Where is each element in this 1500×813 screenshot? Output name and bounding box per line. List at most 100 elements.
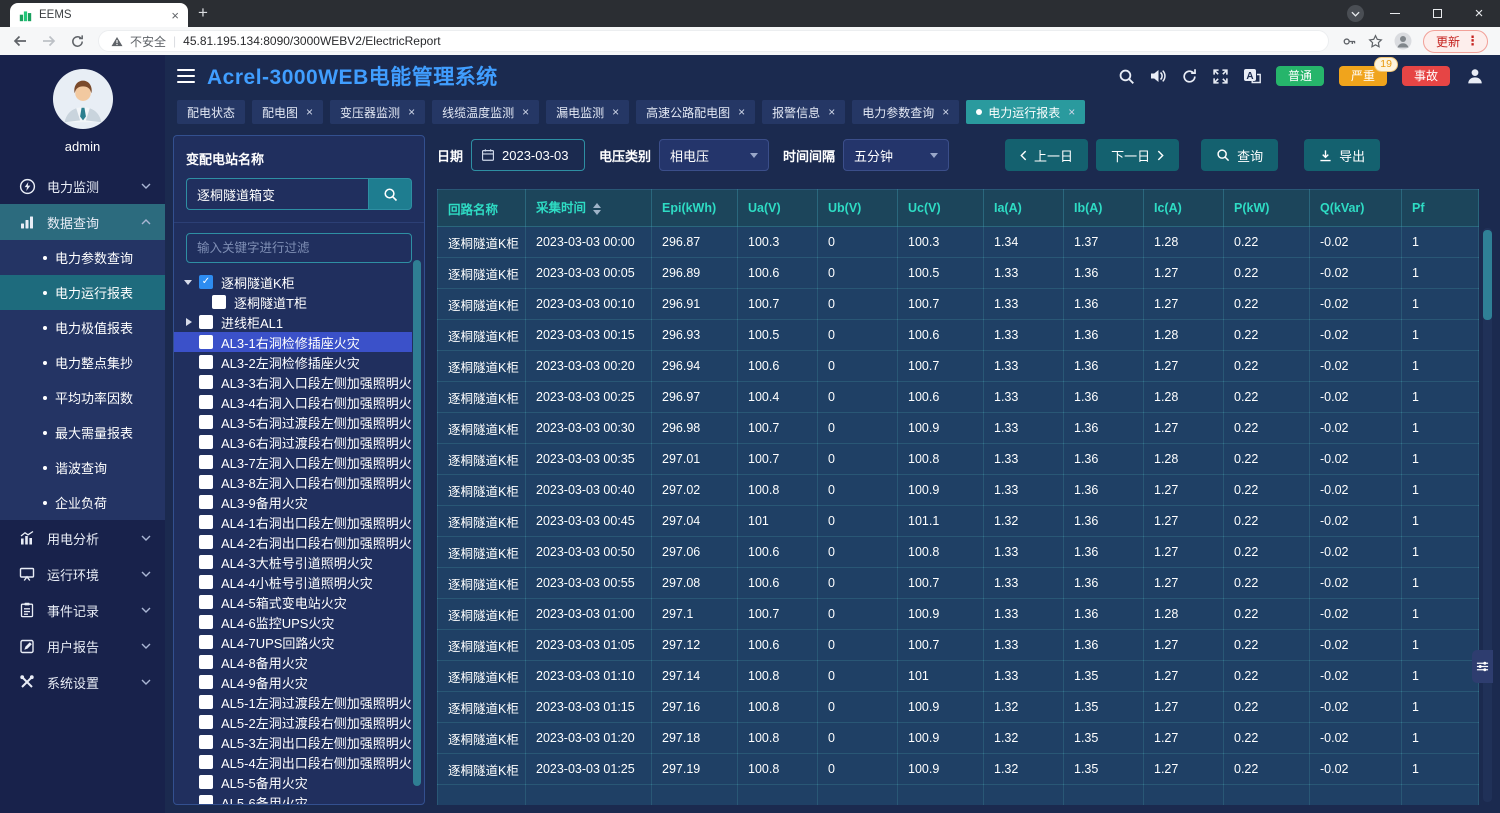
app-tab[interactable]: 漏电监测× bbox=[546, 100, 629, 124]
tab-close-icon[interactable]: × bbox=[828, 105, 835, 119]
tree-item[interactable]: AL5-6备用火灾 bbox=[174, 792, 412, 804]
minimize-button[interactable] bbox=[1374, 0, 1416, 27]
tab-search-icon[interactable] bbox=[1347, 5, 1364, 22]
tree-item[interactable]: AL5-5备用火灾 bbox=[174, 772, 412, 792]
tree-checkbox[interactable] bbox=[199, 595, 213, 609]
sidebar-subitem[interactable]: 最大需量报表 bbox=[0, 415, 165, 450]
interval-select[interactable]: 五分钟 bbox=[843, 139, 949, 171]
tree-scrollbar[interactable] bbox=[413, 252, 421, 796]
tree-checkbox[interactable] bbox=[199, 375, 213, 389]
tree-checkbox[interactable] bbox=[199, 755, 213, 769]
tree-item[interactable]: 逐桐隧道T柜 bbox=[174, 292, 412, 312]
forward-icon[interactable] bbox=[41, 33, 57, 49]
new-tab-button[interactable]: + bbox=[198, 3, 208, 23]
tab-close-icon[interactable]: × bbox=[942, 105, 949, 119]
close-window-button[interactable]: × bbox=[1458, 0, 1500, 27]
app-tab[interactable]: 电力参数查询× bbox=[852, 100, 959, 124]
tree-filter-input[interactable] bbox=[186, 233, 412, 263]
collapse-arrow-icon[interactable] bbox=[184, 318, 199, 326]
app-tab[interactable]: 线缆温度监测× bbox=[432, 100, 539, 124]
sidebar-subitem[interactable]: 电力参数查询 bbox=[0, 240, 165, 275]
app-tab[interactable]: 变压器监测× bbox=[330, 100, 425, 124]
table-scrollbar[interactable] bbox=[1483, 228, 1492, 802]
translate-icon[interactable]: A bbox=[1243, 67, 1261, 85]
back-icon[interactable] bbox=[12, 33, 28, 49]
station-search-input[interactable] bbox=[186, 178, 368, 210]
tree-checkbox[interactable] bbox=[212, 295, 226, 309]
sidebar-item[interactable]: 电力监测 bbox=[0, 168, 165, 204]
tree-item[interactable]: AL4-6监控UPS火灾 bbox=[174, 612, 412, 632]
tab-close-icon[interactable]: × bbox=[612, 105, 619, 119]
tree-checkbox[interactable] bbox=[199, 675, 213, 689]
chrome-update-button[interactable]: 更新 ⋮ bbox=[1423, 30, 1488, 53]
tree-checkbox[interactable] bbox=[199, 715, 213, 729]
next-day-button[interactable]: 下一日 bbox=[1096, 139, 1179, 171]
sidebar-subitem[interactable]: 平均功率因数 bbox=[0, 380, 165, 415]
voltage-type-select[interactable]: 相电压 bbox=[659, 139, 769, 171]
tree-item[interactable]: AL3-9备用火灾 bbox=[174, 492, 412, 512]
sidebar-item[interactable]: 用户报告 bbox=[0, 628, 165, 664]
tree-item[interactable]: 进线柜AL1 bbox=[174, 312, 412, 332]
tab-close-icon[interactable]: × bbox=[306, 105, 313, 119]
maximize-button[interactable] bbox=[1416, 0, 1458, 27]
tree-item[interactable]: ✓逐桐隧道K柜 bbox=[174, 272, 412, 292]
export-button[interactable]: 导出 bbox=[1304, 139, 1380, 171]
tree-checkbox[interactable] bbox=[199, 535, 213, 549]
fullscreen-icon[interactable] bbox=[1212, 68, 1229, 85]
tree-checkbox[interactable] bbox=[199, 355, 213, 369]
hamburger-menu-icon[interactable] bbox=[177, 69, 195, 83]
tree-item[interactable]: AL4-9备用火灾 bbox=[174, 672, 412, 692]
tree-checkbox[interactable] bbox=[199, 455, 213, 469]
tree-checkbox[interactable] bbox=[199, 395, 213, 409]
tree-item[interactable]: AL4-3大桩号引道照明火灾 bbox=[174, 552, 412, 572]
user-icon[interactable] bbox=[1466, 67, 1484, 85]
tree-scrollbar-thumb[interactable] bbox=[413, 260, 421, 786]
password-key-icon[interactable] bbox=[1342, 34, 1357, 49]
tree-checkbox[interactable] bbox=[199, 335, 213, 349]
tab-close-icon[interactable]: × bbox=[738, 105, 745, 119]
sidebar-subitem[interactable]: 电力极值报表 bbox=[0, 310, 165, 345]
tree-checkbox[interactable] bbox=[199, 655, 213, 669]
tree-item[interactable]: AL4-5箱式变电站火灾 bbox=[174, 592, 412, 612]
sidebar-item[interactable]: 系统设置 bbox=[0, 664, 165, 700]
tree-item[interactable]: AL3-6右洞过渡段右侧加强照明火灾 bbox=[174, 432, 412, 452]
tree-item[interactable]: AL3-2左洞检修插座火灾 bbox=[174, 352, 412, 372]
previous-day-button[interactable]: 上一日 bbox=[1005, 139, 1088, 171]
tree-item[interactable]: AL5-3左洞出口段左侧加强照明火灾 bbox=[174, 732, 412, 752]
sidebar-item[interactable]: 数据查询 bbox=[0, 204, 165, 240]
tree-checkbox[interactable] bbox=[199, 555, 213, 569]
url-bar[interactable]: 不安全 | 45.81.195.134:8090/3000WEBV2/Elect… bbox=[98, 30, 1329, 52]
sidebar-subitem[interactable]: 谐波查询 bbox=[0, 450, 165, 485]
tree-item[interactable]: AL4-7UPS回路火灾 bbox=[174, 632, 412, 652]
bookmark-star-icon[interactable] bbox=[1368, 34, 1383, 49]
alarm-button[interactable]: 普通 bbox=[1276, 66, 1324, 86]
table-scrollbar-thumb[interactable] bbox=[1483, 230, 1492, 320]
tree-item[interactable]: AL5-4左洞出口段右侧加强照明火灾 bbox=[174, 752, 412, 772]
tree-checkbox[interactable] bbox=[199, 415, 213, 429]
app-tab[interactable]: 电力运行报表× bbox=[966, 100, 1085, 124]
browser-menu-icon[interactable]: ⋮ bbox=[1466, 33, 1479, 49]
tree-checkbox[interactable] bbox=[199, 735, 213, 749]
tree-item[interactable]: AL3-4右洞入口段右侧加强照明火灾 bbox=[174, 392, 412, 412]
tree-item[interactable]: AL4-8备用火灾 bbox=[174, 652, 412, 672]
tree-checkbox[interactable] bbox=[199, 475, 213, 489]
column-settings-handle[interactable] bbox=[1472, 650, 1493, 683]
tree-item[interactable]: AL3-5右洞过渡段左侧加强照明火灾 bbox=[174, 412, 412, 432]
sidebar-item[interactable]: 用电分析 bbox=[0, 520, 165, 556]
sidebar-item[interactable]: 事件记录 bbox=[0, 592, 165, 628]
query-button[interactable]: 查询 bbox=[1201, 139, 1278, 171]
refresh-icon[interactable] bbox=[1181, 68, 1198, 85]
app-tab[interactable]: 配电图× bbox=[252, 100, 323, 124]
tree-item[interactable]: AL4-4小桩号引道照明火灾 bbox=[174, 572, 412, 592]
column-header[interactable]: 采集时间 bbox=[526, 190, 652, 227]
sidebar-subitem[interactable]: 电力运行报表 bbox=[0, 275, 165, 310]
app-tab[interactable]: 高速公路配电图× bbox=[636, 100, 755, 124]
app-tab[interactable]: 配电状态 bbox=[177, 100, 245, 124]
search-icon[interactable] bbox=[1118, 68, 1135, 85]
tree-item[interactable]: AL5-2左洞过渡段右侧加强照明火灾 bbox=[174, 712, 412, 732]
browser-tab[interactable]: EEMS × bbox=[10, 3, 188, 27]
tab-close-icon[interactable]: × bbox=[522, 105, 529, 119]
alarm-button[interactable]: 严重19 bbox=[1339, 66, 1387, 86]
tree-checkbox[interactable] bbox=[199, 695, 213, 709]
tree-item[interactable]: AL3-8左洞入口段右侧加强照明火灾 bbox=[174, 472, 412, 492]
